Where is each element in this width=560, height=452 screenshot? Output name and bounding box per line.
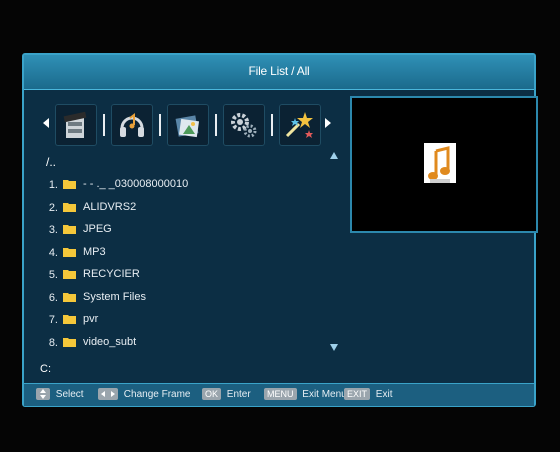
left-right-key-icon	[98, 388, 118, 400]
item-number: 5.	[48, 269, 58, 281]
list-item[interactable]: 5. RECYCIER	[40, 267, 332, 285]
help-exit: EXIT Exit	[344, 388, 392, 402]
folder-icon	[63, 337, 76, 347]
folder-icon	[63, 270, 76, 279]
ok-key: OK	[202, 388, 222, 400]
tv-screen: File List / All /.. 1. - - ._ _030008000…	[0, 0, 560, 452]
separator	[215, 114, 217, 136]
item-number: 2.	[48, 201, 58, 214]
music-file-icon	[424, 143, 456, 183]
scroll-up-arrow-icon[interactable]	[330, 152, 338, 159]
item-number: 3.	[48, 224, 58, 236]
item-number: 1.	[48, 179, 58, 191]
item-name: video_subt	[83, 335, 137, 348]
file-list-panel: File List / All /.. 1. - - ._ _030008000…	[22, 53, 538, 407]
category-stars[interactable]	[279, 104, 321, 146]
music-icon	[120, 113, 144, 137]
help-change-frame: Change Frame	[98, 388, 190, 402]
stars-icon	[285, 112, 313, 138]
help-select: Select	[36, 388, 84, 402]
list-item[interactable]: 2. ALIDVRS2	[40, 200, 332, 218]
list-item[interactable]: 4. MP3	[40, 245, 332, 263]
preview-pane	[350, 96, 538, 233]
item-name: MP3	[83, 245, 106, 258]
category-right-arrow-icon[interactable]	[325, 118, 331, 128]
exit-key: EXIT	[344, 388, 371, 400]
category-music[interactable]	[111, 104, 153, 146]
folder-icon	[63, 180, 76, 189]
menu-key: MENU	[264, 388, 297, 400]
picture-icon	[175, 115, 200, 138]
drive-label: C:	[40, 363, 51, 375]
movie-icon	[63, 111, 87, 138]
item-name: RECYCIER	[83, 268, 140, 280]
help-exit-menu: MENU Exit Menu	[264, 388, 347, 402]
list-item[interactable]: 8. video_subt	[40, 335, 332, 353]
category-picture[interactable]	[167, 104, 209, 146]
item-number: 7.	[48, 314, 58, 326]
item-number: 8.	[48, 336, 58, 349]
window-title: File List / All	[248, 64, 310, 78]
item-name: pvr	[83, 313, 99, 325]
list-item[interactable]: 7. pvr	[40, 312, 332, 330]
current-path: /..	[46, 155, 57, 169]
folder-icon	[63, 225, 76, 234]
item-name: JPEG	[83, 223, 112, 235]
list-item[interactable]: 3. JPEG	[40, 222, 332, 240]
category-settings[interactable]	[223, 104, 265, 146]
list-item[interactable]: 1. - - ._ _030008000010	[40, 177, 332, 195]
item-name: System Files	[83, 290, 146, 303]
item-name: ALIDVRS2	[83, 200, 137, 213]
category-movie[interactable]	[55, 104, 97, 146]
folder-icon	[63, 247, 76, 257]
separator	[103, 114, 105, 136]
separator	[159, 114, 161, 136]
list-item[interactable]: 6. System Files	[40, 290, 332, 308]
category-left-arrow-icon[interactable]	[43, 118, 49, 128]
item-name: - - ._ _030008000010	[83, 178, 189, 190]
folder-icon	[63, 315, 76, 324]
separator	[271, 114, 273, 136]
folder-icon	[63, 202, 76, 212]
help-enter: OK Enter	[202, 388, 251, 402]
title-bar: File List / All	[24, 55, 534, 90]
help-bar: Select Change Frame OK Enter MENU Exit M…	[24, 383, 534, 406]
item-number: 6.	[48, 291, 58, 304]
folder-icon	[63, 292, 76, 302]
settings-icon	[231, 113, 257, 138]
category-strip	[43, 104, 333, 148]
item-number: 4.	[48, 246, 58, 259]
scroll-down-arrow-icon[interactable]	[330, 344, 338, 351]
up-down-key-icon	[36, 388, 50, 400]
